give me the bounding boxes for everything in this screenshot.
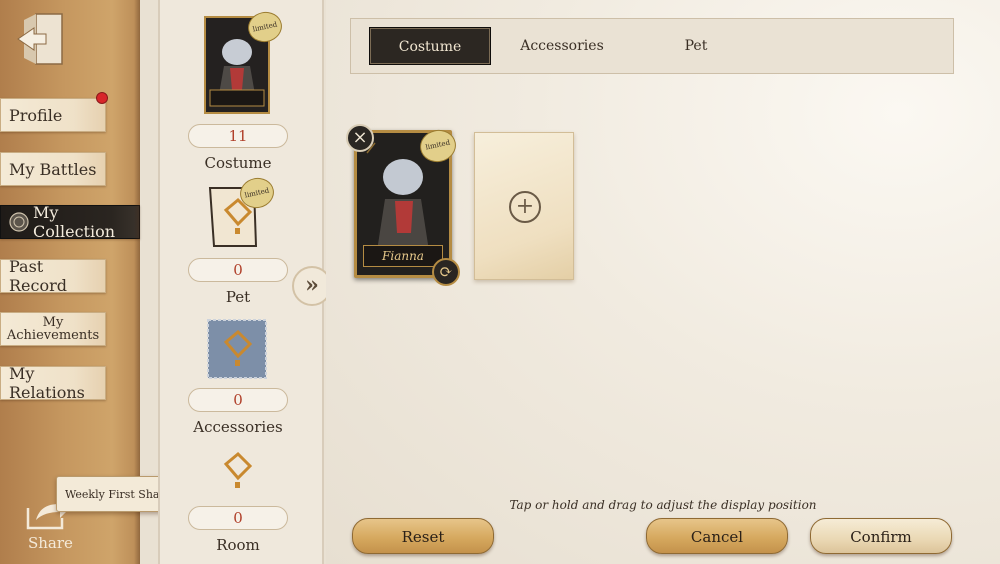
collection-badge-icon	[9, 212, 29, 232]
accessories-label[interactable]: Accessories	[160, 418, 316, 436]
pet-count: 0	[188, 258, 288, 282]
share-label[interactable]: Share	[28, 534, 73, 552]
tab-bar: Costume Accessories Pet	[350, 18, 954, 74]
tab-accessories[interactable]: Accessories	[501, 27, 623, 65]
exit-icon[interactable]	[14, 10, 70, 68]
card-name: Fianna	[363, 245, 443, 267]
nav-item-label: Past Record	[9, 257, 67, 295]
nav-item-my-achievements[interactable]: My Achievements	[0, 312, 106, 346]
confirm-button[interactable]: Confirm	[810, 518, 952, 554]
costume-label[interactable]: Costume	[160, 154, 316, 172]
display-hint: Tap or hold and drag to adjust the displ…	[509, 498, 817, 512]
nav-item-label: Profile	[9, 105, 63, 125]
nav-item-label: My Collection	[33, 203, 116, 241]
tooltip-text: Weekly First Share	[65, 487, 172, 501]
nav-item-label: My Battles	[9, 159, 97, 179]
cancel-button[interactable]: Cancel	[646, 518, 788, 554]
room-count: 0	[188, 506, 288, 530]
room-label[interactable]: Room	[160, 536, 316, 554]
accessories-count: 0	[188, 388, 288, 412]
costume-count: 11	[188, 124, 288, 148]
nav-item-my-collection[interactable]: My Collection	[0, 203, 140, 241]
plus-icon: +	[509, 191, 541, 223]
refresh-icon[interactable]: ⟳	[432, 258, 460, 286]
nav-item-my-battles[interactable]: My Battles	[0, 152, 106, 186]
reset-button[interactable]: Reset	[352, 518, 494, 554]
nav-item-my-relations[interactable]: My Relations	[0, 364, 106, 402]
main-display-area	[326, 0, 1000, 564]
tab-costume[interactable]: Costume	[369, 27, 491, 65]
notification-badge	[96, 92, 108, 104]
accessories-thumbnail[interactable]	[204, 318, 270, 380]
close-icon[interactable]: ×	[346, 124, 374, 152]
room-thumbnail[interactable]	[204, 446, 270, 498]
nav-item-profile[interactable]: Profile	[0, 98, 106, 132]
tab-pet[interactable]: Pet	[635, 27, 757, 65]
nav-item-label: My Relations	[9, 364, 85, 402]
nav-item-label-line2: Achievements	[6, 328, 100, 343]
add-item-slot[interactable]: +	[474, 132, 574, 280]
nav-item-past-record[interactable]: Past Record	[0, 257, 106, 295]
